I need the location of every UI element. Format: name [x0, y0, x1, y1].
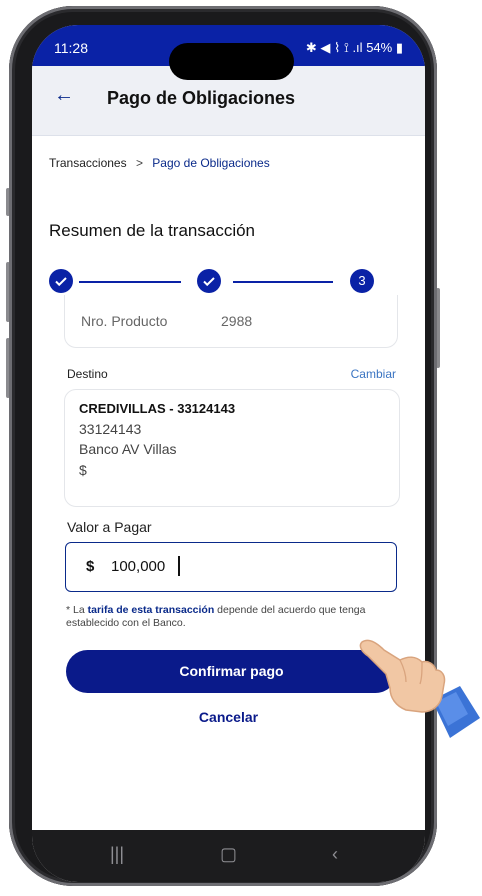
fee-note: * La tarifa de esta transacción depende …	[66, 604, 406, 630]
page-title: Pago de Obligaciones	[107, 88, 296, 108]
section-title: Resumen de la transacción	[49, 221, 256, 240]
step-3: 3	[350, 269, 374, 293]
step-connector	[233, 281, 333, 283]
status-time: 11:28	[54, 40, 88, 56]
home-icon[interactable]: ▢	[220, 844, 237, 865]
progress-stepper: 3	[49, 269, 409, 295]
text-caret	[178, 556, 180, 576]
destino-bank: Banco AV Villas	[79, 441, 177, 457]
screen: 11:28 ✱ ◀ ⌇ ⟟ .ıl 54% ▮ ← Pago de Obliga…	[32, 25, 425, 882]
pointing-hand-icon	[359, 639, 480, 738]
breadcrumb-current: Pago de Obligaciones	[152, 156, 270, 170]
fee-link[interactable]: tarifa de esta transacción	[88, 604, 215, 616]
breadcrumb: Transacciones > Pago de Obligaciones	[49, 156, 270, 170]
phone-frame: 11:28 ✱ ◀ ⌇ ⟟ .ıl 54% ▮ ← Pago de Obliga…	[9, 6, 437, 886]
battery-icon: ▮	[395, 40, 403, 55]
breadcrumb-separator: >	[135, 156, 143, 170]
dynamic-island	[169, 43, 294, 80]
product-label: Nro. Producto	[81, 313, 168, 329]
system-nav-bar: ||| ▢ ‹	[32, 830, 425, 882]
valor-currency: $	[86, 558, 95, 575]
valor-amount: 100,000	[111, 558, 166, 575]
destino-currency: $	[79, 462, 87, 478]
destino-name: CREDIVILLAS - 33124143	[79, 401, 236, 416]
product-card: Nro. Producto 2988	[64, 295, 398, 348]
confirm-payment-button[interactable]: Confirmar pago	[66, 650, 397, 693]
destino-card: CREDIVILLAS - 33124143 33124143 Banco AV…	[64, 389, 400, 507]
product-value: 2988	[221, 313, 253, 329]
back-nav-icon[interactable]: ‹	[332, 844, 338, 865]
valor-input[interactable]: $ 100,000	[65, 542, 397, 592]
status-indicators: ✱ ◀ ⌇ ⟟ .ıl 54% ▮	[306, 40, 403, 56]
step-2-check-icon	[197, 269, 221, 293]
step-1-check-icon	[49, 269, 73, 293]
note-prefix: * La	[66, 604, 88, 616]
recent-apps-icon[interactable]: |||	[110, 844, 124, 865]
signal-icons: ✱ ◀ ⌇ ⟟ .ıl	[305, 40, 363, 55]
change-destino-link[interactable]: Cambiar	[351, 367, 396, 381]
back-arrow-icon[interactable]: ←	[54, 84, 74, 107]
breadcrumb-root[interactable]: Transacciones	[49, 156, 127, 170]
valor-label: Valor a Pagar	[67, 519, 152, 535]
destino-label: Destino	[67, 367, 108, 381]
battery-level: 54%	[366, 40, 393, 55]
destino-number: 33124143	[79, 421, 142, 437]
step-connector	[79, 281, 181, 283]
